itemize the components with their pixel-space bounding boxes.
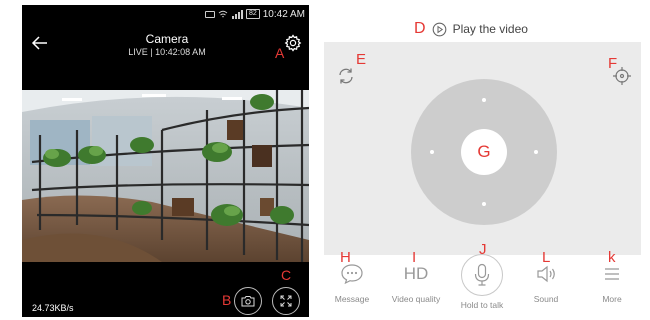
- joystick-left-dot: [430, 150, 434, 154]
- speech-bubble-icon: [341, 264, 363, 285]
- crosshair-target-icon[interactable]: [612, 66, 632, 86]
- more-button[interactable]: k More: [580, 249, 644, 304]
- rotate-refresh-icon[interactable]: [336, 66, 356, 86]
- joystick-center[interactable]: G: [461, 129, 507, 175]
- message-button[interactable]: H Message: [320, 249, 384, 304]
- live-video-feed[interactable]: [22, 90, 309, 262]
- annotation-label-g: G: [477, 142, 491, 161]
- microphone-circle[interactable]: [461, 254, 503, 296]
- play-video-row[interactable]: D Play the video: [414, 20, 528, 38]
- annotation-label-b: B: [222, 292, 232, 308]
- annotation-label-a: A: [275, 45, 285, 61]
- message-icon: [204, 10, 215, 18]
- annotation-label-h: H: [340, 249, 351, 266]
- signal-icon: [231, 9, 243, 19]
- sound-button[interactable]: L Sound: [514, 249, 578, 304]
- ptz-joystick[interactable]: G: [411, 79, 557, 225]
- annotation-label-i: I: [412, 249, 417, 266]
- speaker-icon: [537, 265, 555, 283]
- status-time: 10:42 AM: [262, 8, 305, 20]
- annotation-label-l: L: [542, 249, 551, 266]
- hamburger-menu-icon: [605, 268, 619, 280]
- camera-icon: [241, 296, 255, 307]
- fullscreen-button[interactable]: [272, 287, 300, 315]
- play-circle-icon[interactable]: [432, 22, 447, 37]
- annotation-label-d: D: [414, 20, 426, 37]
- annotation-label-k: k: [608, 249, 616, 266]
- hold-to-talk-label: Hold to talk: [460, 300, 504, 310]
- expand-icon: [280, 295, 292, 307]
- camera-screen: 82 10:42 AM Camera LIVE | 10:42:08 AM A: [22, 5, 309, 317]
- snapshot-button[interactable]: [234, 287, 262, 315]
- annotation-label-e: E: [356, 51, 367, 68]
- settings-gear-icon[interactable]: [284, 34, 302, 52]
- play-video-label: Play the video: [452, 22, 528, 36]
- video-quality-button[interactable]: I HD Video quality: [384, 249, 448, 304]
- joystick-right-dot: [534, 150, 538, 154]
- battery-indicator: 82: [245, 9, 260, 19]
- hd-label: HD: [403, 264, 429, 283]
- sound-label: Sound: [533, 294, 559, 304]
- page-title: Camera: [145, 32, 189, 46]
- ptz-control-area: E F G: [324, 42, 641, 255]
- back-arrow-icon[interactable]: [30, 33, 50, 53]
- joystick-up-dot: [482, 98, 486, 102]
- live-timestamp: LIVE | 10:42:08 AM: [128, 47, 206, 57]
- wifi-icon: [218, 10, 228, 17]
- annotation-label-j: J: [479, 241, 487, 258]
- hold-to-talk-button[interactable]: J Hold to talk: [450, 241, 514, 310]
- annotation-label-c: C: [281, 267, 292, 283]
- video-quality-label: Video quality: [391, 294, 441, 304]
- more-label: More: [602, 294, 622, 304]
- microphone-icon: [474, 263, 490, 286]
- joystick-down-dot: [482, 202, 486, 206]
- control-panel: D Play the video E F G H Message I HD Vi…: [322, 0, 650, 320]
- message-label: Message: [334, 294, 370, 304]
- data-rate: 24.73KB/s: [32, 303, 74, 313]
- status-bar: 82 10:42 AM: [204, 7, 305, 21]
